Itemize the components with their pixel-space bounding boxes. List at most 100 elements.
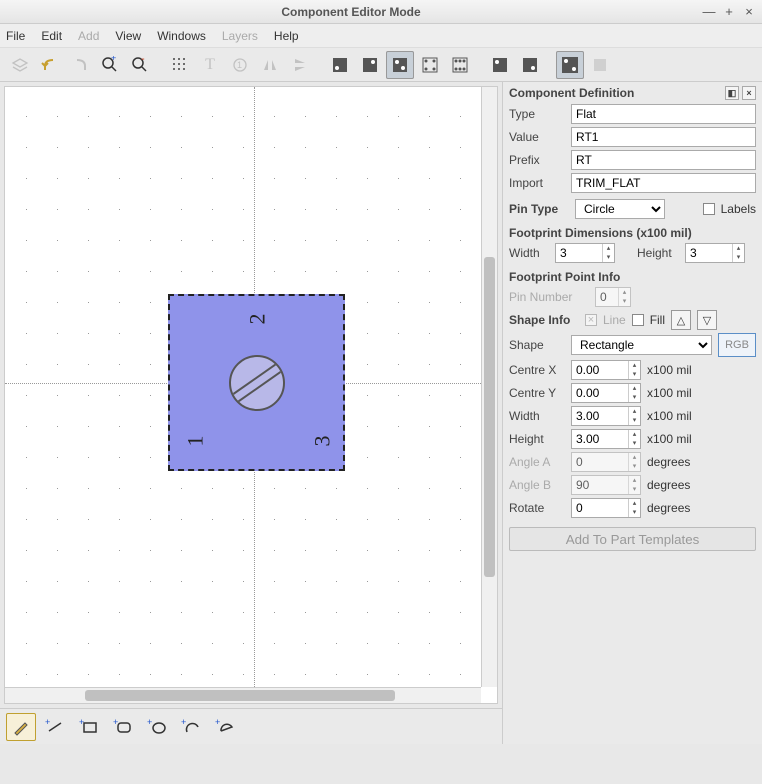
aa-unit: degrees bbox=[647, 455, 690, 469]
cx-spinner[interactable]: ▴▾ bbox=[571, 360, 641, 380]
menu-file[interactable]: File bbox=[6, 29, 25, 43]
cy-label: Centre Y bbox=[509, 386, 565, 400]
titlebar: Component Editor Mode — + × bbox=[0, 0, 762, 24]
draw-ellipse-icon[interactable]: + bbox=[142, 713, 172, 741]
canvas[interactable]: 1 2 3 bbox=[5, 87, 481, 687]
menubar: File Edit Add View Windows Layers Help bbox=[0, 24, 762, 48]
cx-unit: x100 mil bbox=[647, 363, 692, 377]
rot-spinner[interactable]: ▴▾ bbox=[571, 498, 641, 518]
sw-label: Width bbox=[509, 409, 565, 423]
pinnum-spinner: ▴▾ bbox=[595, 287, 631, 307]
fill-checkbox[interactable] bbox=[632, 314, 644, 326]
sh-label: Height bbox=[509, 432, 565, 446]
dim-width-label: Width bbox=[509, 246, 549, 260]
labels-cb-label: Labels bbox=[721, 202, 756, 216]
grid-icon[interactable] bbox=[166, 51, 194, 79]
dim-height-label: Height bbox=[637, 246, 679, 260]
sh-unit: x100 mil bbox=[647, 432, 692, 446]
labels-checkbox[interactable] bbox=[703, 203, 715, 215]
pinnum-label: Pin Number bbox=[509, 290, 589, 304]
draw-rect-icon[interactable]: + bbox=[74, 713, 104, 741]
svg-text:+: + bbox=[147, 719, 152, 727]
sw-spinner[interactable]: ▴▾ bbox=[571, 406, 641, 426]
window-title: Component Editor Mode bbox=[6, 5, 696, 19]
draw-toolbar: + + + + + + bbox=[0, 708, 502, 744]
add-templates-button[interactable]: Add To Part Templates bbox=[509, 527, 756, 551]
pin-label-1: 1 bbox=[183, 436, 209, 447]
shape-label: Shape bbox=[509, 338, 565, 352]
value-field[interactable] bbox=[571, 127, 756, 147]
undo-icon[interactable] bbox=[36, 51, 64, 79]
draw-roundrect-icon[interactable]: + bbox=[108, 713, 138, 741]
obj-e-icon[interactable] bbox=[446, 51, 474, 79]
zoom-out-icon[interactable]: - bbox=[126, 51, 154, 79]
line-checkbox[interactable] bbox=[585, 314, 597, 326]
main-toolbar: + - T 1 bbox=[0, 48, 762, 82]
sh-spinner[interactable]: ▴▾ bbox=[571, 429, 641, 449]
draw-arc-icon[interactable]: + bbox=[176, 713, 206, 741]
pin-label-2: 2 bbox=[245, 314, 271, 325]
close-icon[interactable]: × bbox=[742, 5, 756, 19]
type-field[interactable] bbox=[571, 104, 756, 124]
line-cb-label: Line bbox=[603, 313, 626, 327]
minimize-icon[interactable]: — bbox=[702, 5, 716, 19]
pin-label-3: 3 bbox=[310, 436, 336, 447]
zoom-in-icon[interactable]: + bbox=[96, 51, 124, 79]
obj-f-icon[interactable] bbox=[486, 51, 514, 79]
obj-h-icon[interactable] bbox=[556, 51, 584, 79]
obj-b-icon[interactable] bbox=[356, 51, 384, 79]
menu-view[interactable]: View bbox=[115, 29, 141, 43]
import-field[interactable] bbox=[571, 173, 756, 193]
obj-i-icon bbox=[586, 51, 614, 79]
rgb-button[interactable]: RGB bbox=[718, 333, 756, 357]
dim-height-spinner[interactable]: ▴▾ bbox=[685, 243, 745, 263]
aa-spinner: ▴▾ bbox=[571, 452, 641, 472]
layers-icon bbox=[6, 51, 34, 79]
down-triangle-button[interactable]: ▽ bbox=[697, 310, 717, 330]
panel-title: Component Definition bbox=[509, 86, 634, 100]
menu-windows[interactable]: Windows bbox=[157, 29, 206, 43]
shapeinfo-label: Shape Info bbox=[509, 313, 579, 327]
svg-text:+: + bbox=[45, 719, 50, 727]
menu-help[interactable]: Help bbox=[274, 29, 299, 43]
menu-edit[interactable]: Edit bbox=[41, 29, 62, 43]
component-rect[interactable]: 1 2 3 bbox=[168, 294, 345, 471]
circle1-icon: 1 bbox=[226, 51, 254, 79]
maximize-icon[interactable]: + bbox=[722, 5, 736, 19]
mirror-v-icon bbox=[286, 51, 314, 79]
pintype-label: Pin Type bbox=[509, 202, 569, 216]
type-label: Type bbox=[509, 107, 565, 121]
prefix-label: Prefix bbox=[509, 153, 565, 167]
draw-line-icon[interactable]: + bbox=[40, 713, 70, 741]
sw-unit: x100 mil bbox=[647, 409, 692, 423]
cy-unit: x100 mil bbox=[647, 386, 692, 400]
panel-detach-icon[interactable]: ◧ bbox=[725, 86, 739, 100]
mirror-h-icon bbox=[256, 51, 284, 79]
vertical-scrollbar[interactable] bbox=[481, 87, 497, 687]
up-triangle-button[interactable]: △ bbox=[671, 310, 691, 330]
ab-label: Angle B bbox=[509, 478, 565, 492]
prefix-field[interactable] bbox=[571, 150, 756, 170]
fill-cb-label: Fill bbox=[650, 313, 665, 327]
dim-width-spinner[interactable]: ▴▾ bbox=[555, 243, 615, 263]
aa-label: Angle A bbox=[509, 455, 565, 469]
properties-panel: Component Definition ◧ × Type Value Pref… bbox=[502, 82, 762, 744]
panel-close-icon[interactable]: × bbox=[742, 86, 756, 100]
ab-spinner: ▴▾ bbox=[571, 475, 641, 495]
obj-a-icon[interactable] bbox=[326, 51, 354, 79]
ab-unit: degrees bbox=[647, 478, 690, 492]
shape-select[interactable]: Rectangle bbox=[571, 335, 712, 355]
pintype-select[interactable]: Circle bbox=[575, 199, 665, 219]
svg-text:+: + bbox=[181, 719, 186, 727]
obj-c-icon[interactable] bbox=[386, 51, 414, 79]
obj-d-icon[interactable] bbox=[416, 51, 444, 79]
draw-chord-icon[interactable]: + bbox=[210, 713, 240, 741]
horizontal-scrollbar[interactable] bbox=[5, 687, 481, 703]
obj-g-icon[interactable] bbox=[516, 51, 544, 79]
draw-pencil-icon[interactable] bbox=[6, 713, 36, 741]
cy-spinner[interactable]: ▴▾ bbox=[571, 383, 641, 403]
svg-text:-: - bbox=[141, 56, 145, 65]
menu-layers: Layers bbox=[222, 29, 258, 43]
point-title: Footprint Point Info bbox=[509, 270, 756, 284]
rot-label: Rotate bbox=[509, 501, 565, 515]
